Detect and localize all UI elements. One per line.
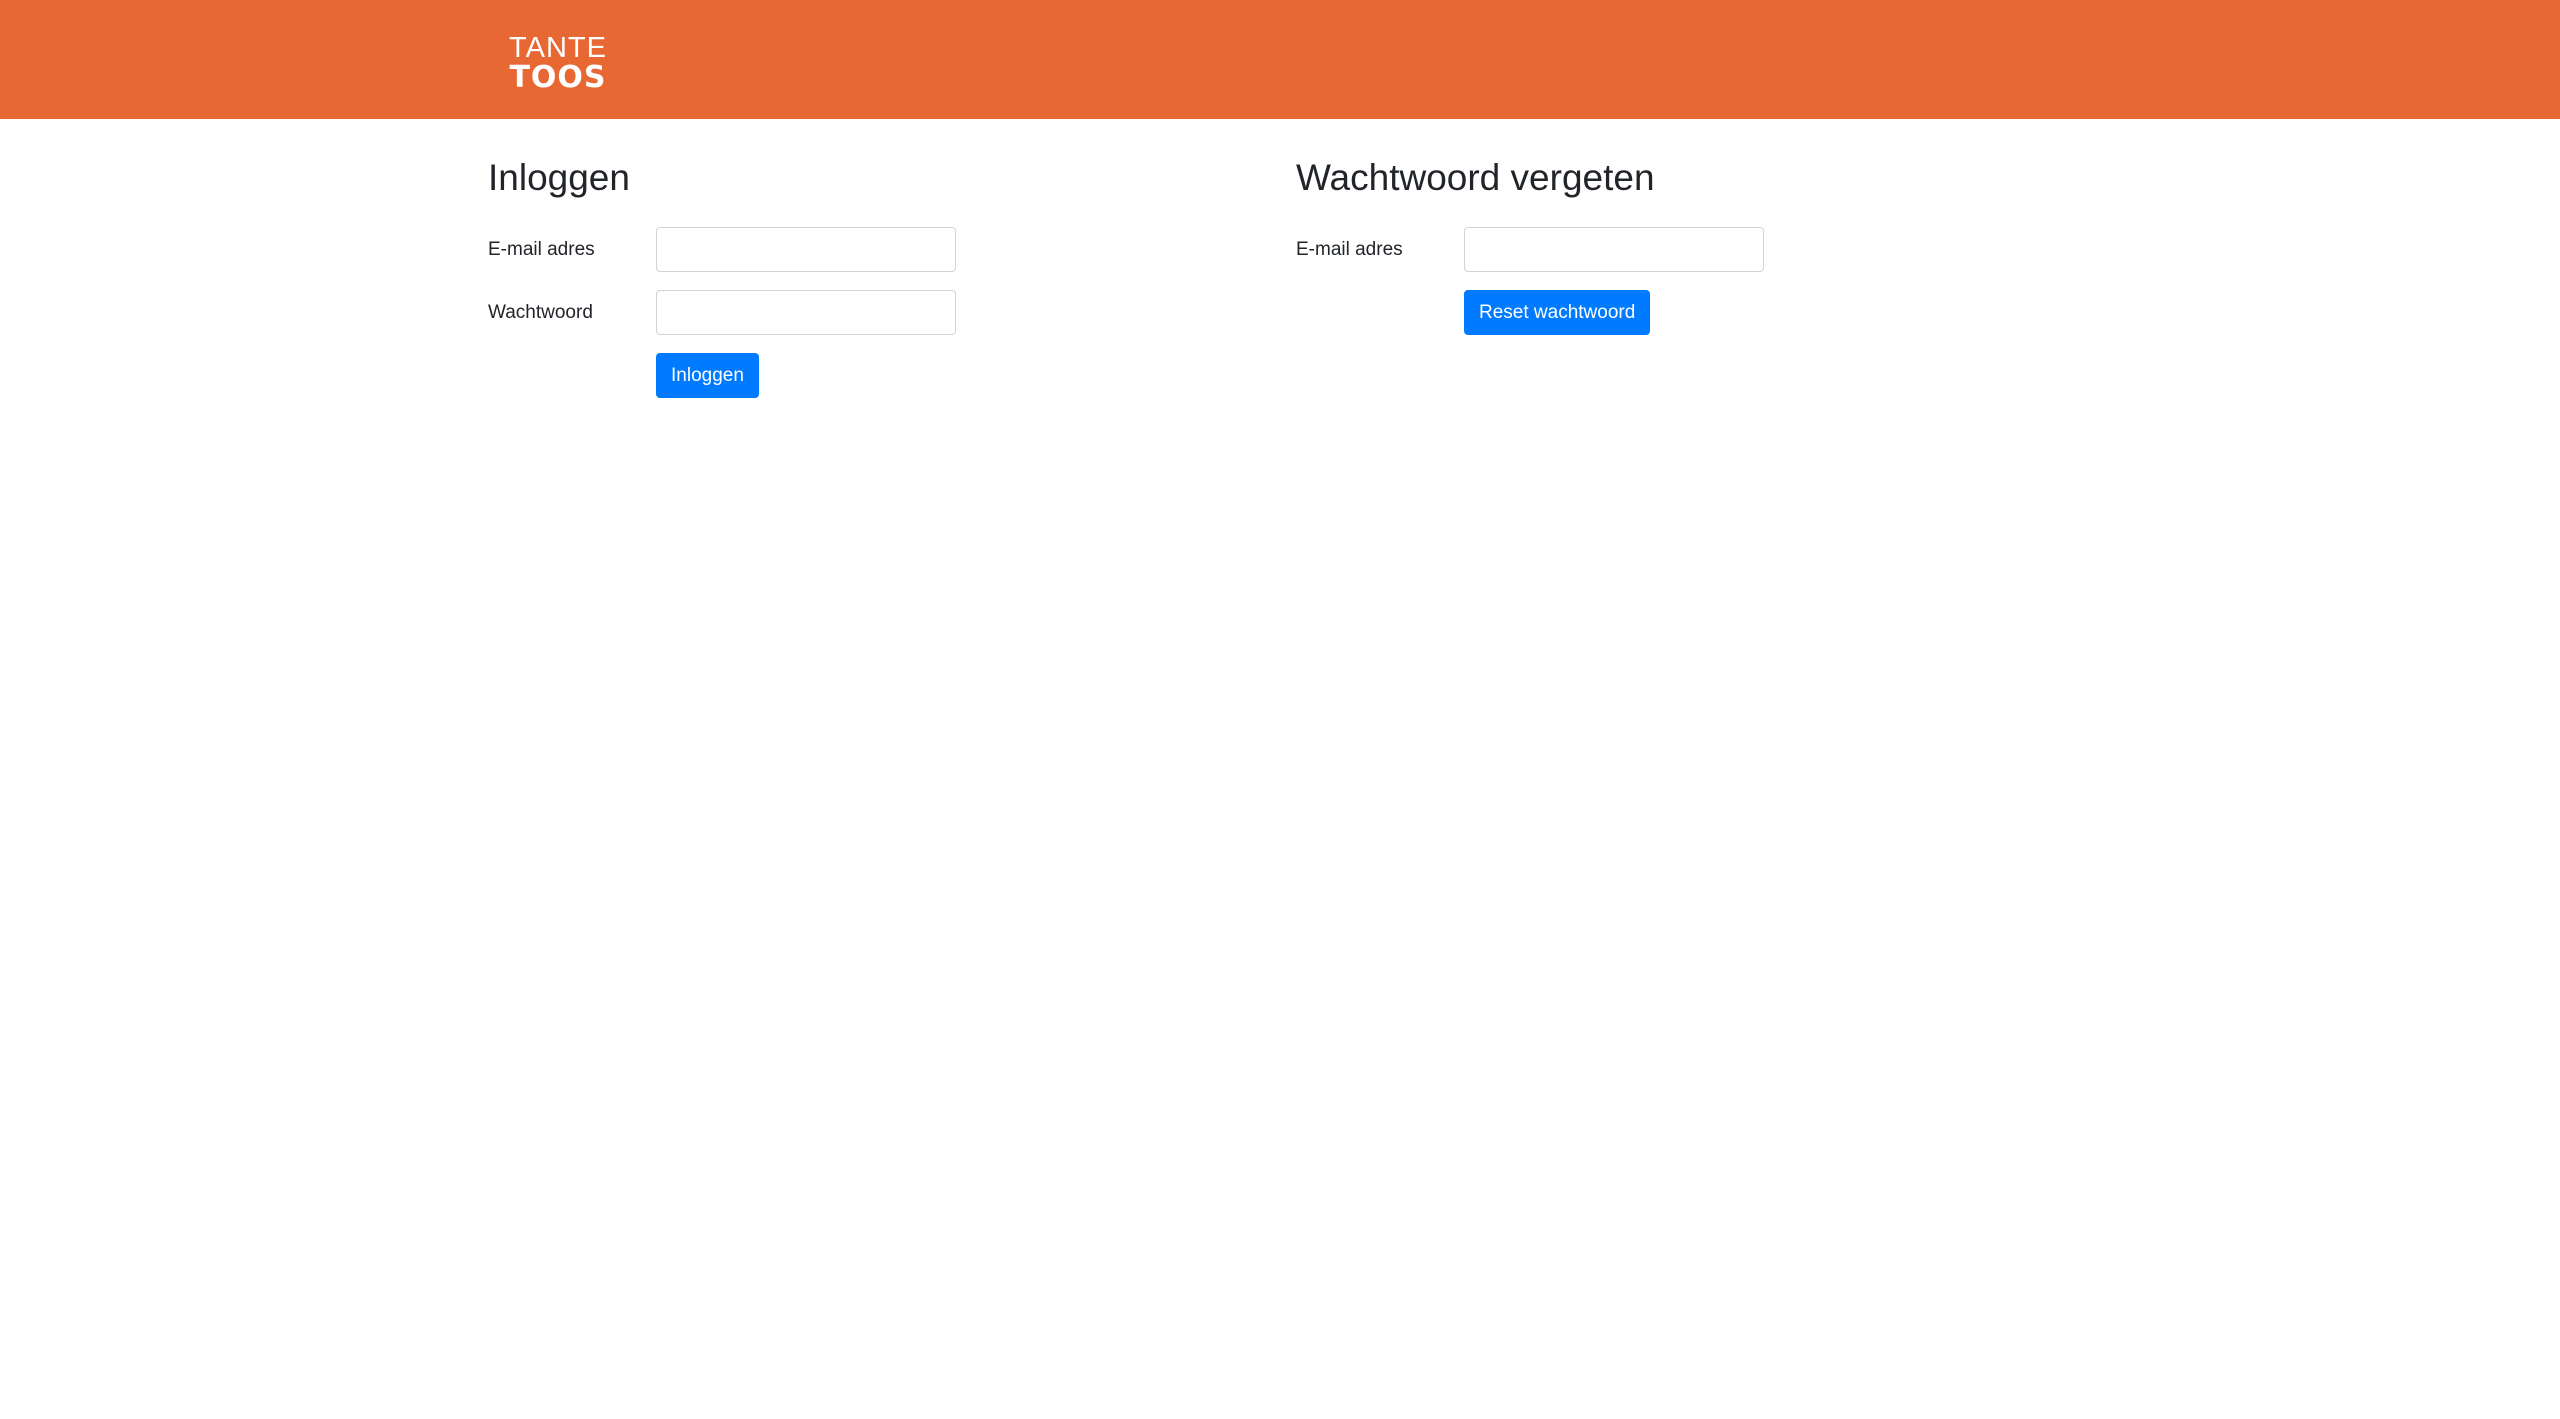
forgot-password-section: Wachtwoord vergeten E-mail adres Reset w… [1296, 150, 1996, 335]
login-submit-row: Inloggen [488, 353, 1188, 398]
forgot-email-row: E-mail adres [1296, 227, 1996, 272]
login-password-row: Wachtwoord [488, 290, 1188, 335]
logo-line-1: TANTE [509, 32, 607, 64]
forgot-password-title: Wachtwoord vergeten [1296, 157, 1655, 198]
login-email-input[interactable] [656, 227, 956, 272]
reset-password-button[interactable]: Reset wachtwoord [1464, 290, 1651, 335]
forgot-email-label: E-mail adres [1296, 239, 1403, 260]
top-navbar: TANTE TOOS [0, 0, 2560, 119]
login-title: Inloggen [488, 157, 630, 198]
tante-toos-logo[interactable]: TANTE TOOS [506, 32, 610, 95]
forgot-submit-row: Reset wachtwoord [1296, 290, 1996, 335]
login-password-input[interactable] [656, 290, 956, 335]
logo-line-2: TOOS [509, 60, 607, 95]
login-email-label: E-mail adres [488, 239, 595, 260]
login-submit-button[interactable]: Inloggen [656, 353, 759, 398]
login-password-label: Wachtwoord [488, 302, 593, 323]
forgot-email-input[interactable] [1464, 227, 1764, 272]
login-email-row: E-mail adres [488, 227, 1188, 272]
login-section: Inloggen E-mail adres Wachtwoord Inlogge… [488, 150, 1188, 398]
